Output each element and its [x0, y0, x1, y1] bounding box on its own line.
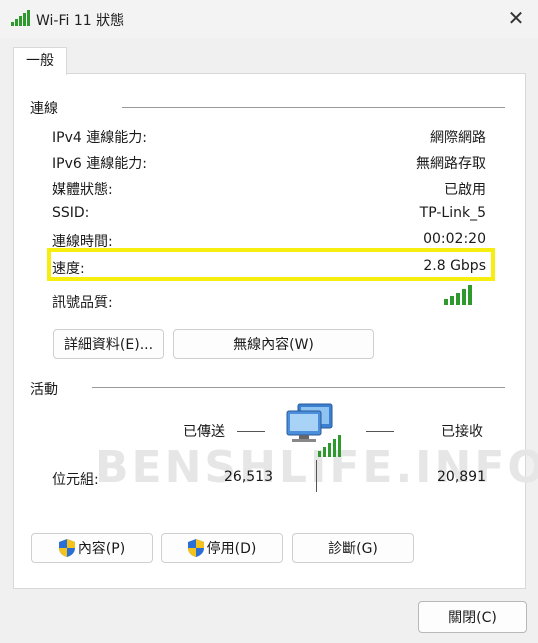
duration-value: 00:02:20	[423, 231, 486, 247]
received-label: 已接收	[441, 424, 483, 440]
disable-button-label: 停用(D)	[206, 541, 257, 557]
ipv4-label: IPv4 連線能力:	[52, 130, 147, 146]
activity-divider	[92, 387, 505, 388]
bytes-sent-value: 26,513	[224, 469, 273, 485]
bytes-label: 位元組:	[52, 472, 99, 488]
properties-button-label: 內容(P)	[77, 541, 126, 557]
signal-quality-label: 訊號品質:	[52, 295, 113, 311]
close-icon: ✕	[507, 6, 525, 30]
title-bar: Wi-Fi 11 狀態 ✕	[0, 0, 538, 38]
window-title: Wi-Fi 11 狀態	[36, 13, 125, 29]
activity-vertical-divider	[316, 460, 317, 492]
tab-general[interactable]: 一般	[13, 47, 67, 75]
ipv6-value: 無網路存取	[416, 156, 486, 172]
ipv4-value: 網際網路	[430, 130, 486, 146]
media-state-label: 媒體狀態:	[52, 182, 113, 198]
bytes-received-value: 20,891	[437, 469, 486, 485]
ipv6-label: IPv6 連線能力:	[52, 156, 147, 172]
sent-label: 已傳送	[183, 424, 225, 440]
details-button[interactable]: 詳細資料(E)...	[53, 329, 164, 359]
disable-button[interactable]: 停用(D)	[161, 533, 283, 563]
close-button[interactable]: 關閉(C)	[418, 601, 527, 633]
received-connector-line	[366, 431, 394, 432]
wireless-properties-button[interactable]: 無線內容(W)	[173, 329, 374, 359]
uac-shield-icon	[58, 539, 75, 557]
properties-button[interactable]: 內容(P)	[31, 533, 153, 563]
connection-divider	[122, 107, 505, 108]
ssid-label: SSID:	[52, 205, 90, 221]
media-state-value: 已啟用	[444, 182, 486, 198]
connection-section-title: 連線	[30, 101, 58, 117]
network-computers-icon	[286, 403, 341, 457]
signal-quality-icon	[444, 285, 472, 305]
speed-highlight-box	[47, 248, 495, 281]
ssid-value: TP-Link_5	[419, 205, 486, 221]
uac-shield-icon	[187, 539, 204, 557]
diagnose-button[interactable]: 診斷(G)	[292, 533, 414, 563]
close-window-button[interactable]: ✕	[498, 2, 534, 34]
sent-connector-line	[237, 431, 265, 432]
activity-section-title: 活動	[30, 382, 58, 398]
wifi-signal-icon	[11, 10, 30, 26]
